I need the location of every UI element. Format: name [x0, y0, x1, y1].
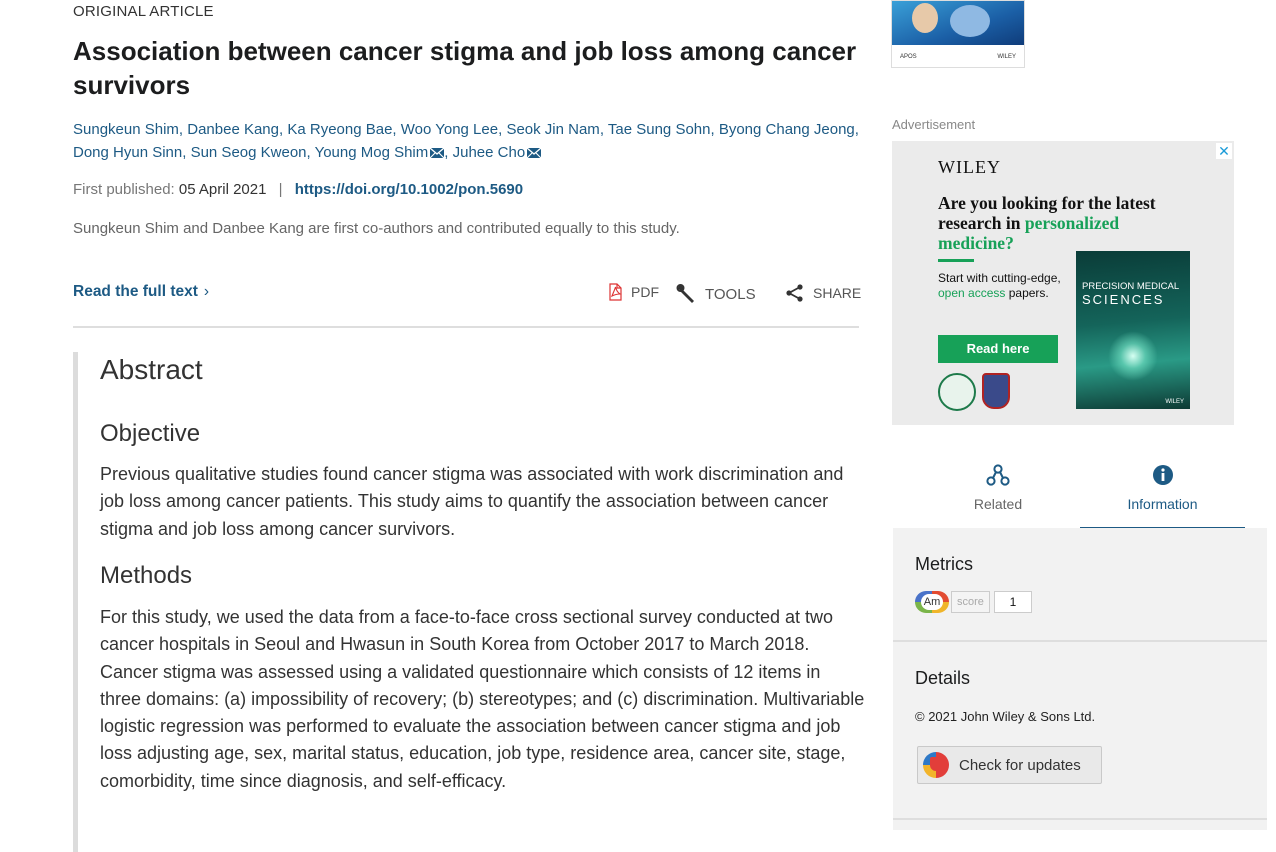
cover-publisher-logo: WILEY [997, 54, 1016, 60]
ad-headline: Are you looking for the latest research … [938, 193, 1156, 253]
advertisement-banner[interactable]: ✕ WILEY Are you looking for the latest r… [892, 141, 1234, 425]
methods-text: For this study, we used the data from a … [100, 607, 865, 791]
co-author-note: Sungkeun Shim and Danbee Kang are first … [73, 220, 680, 237]
author-link[interactable]: Seok Jin Nam [506, 121, 599, 138]
methods-heading: Methods [100, 562, 193, 589]
author-link[interactable]: Juhee Cho [453, 144, 526, 161]
author-link[interactable]: Dong Hyun Sinn [73, 144, 182, 161]
author-link[interactable]: Sungkeun Shim [73, 121, 179, 138]
related-icon [986, 464, 1010, 486]
article-title: Association between cancer stigma and jo… [73, 36, 857, 100]
crossmark-icon [923, 752, 949, 778]
altmetric-badge[interactable]: Am score 1 [915, 591, 1032, 613]
author-link[interactable]: Ka Ryeong Bae [287, 121, 392, 138]
hospital-seal-logo [938, 373, 976, 411]
tab-information[interactable]: Information [1080, 456, 1245, 531]
objective-heading: Objective [100, 420, 201, 447]
metrics-heading: Metrics [915, 554, 973, 574]
cover-society-logo: APOS [900, 54, 917, 60]
author-link[interactable]: Byong Chang Jeong [719, 121, 855, 138]
first-published-label: First published: [73, 181, 175, 198]
cover-image [892, 1, 1024, 45]
share-icon [786, 284, 803, 302]
read-here-button[interactable]: Read here [938, 335, 1058, 363]
ad-body-text: Start with cutting-edge, open access pap… [938, 271, 1061, 300]
share-button[interactable]: SHARE [785, 283, 861, 303]
ad-accent-rule [938, 259, 974, 262]
ad-journal-cover: PRECISION MEDICAL SCIENCES WILEY [1076, 251, 1190, 409]
information-panel: Metrics Am score 1 Details © 2021 John W… [893, 528, 1267, 830]
tools-button[interactable]: TOOLS [675, 283, 756, 305]
altmetric-score-value: 1 [993, 591, 1032, 613]
advertisement-label: Advertisement [892, 117, 976, 132]
altmetric-score-label: score [951, 591, 990, 613]
divider [893, 640, 1267, 642]
tab-related[interactable]: Related [913, 456, 1083, 528]
wrench-icon [676, 284, 694, 303]
article-type: ORIGINAL ARTICLE [73, 3, 214, 20]
close-icon[interactable]: ✕ [1216, 143, 1232, 159]
info-icon [1152, 465, 1173, 485]
journal-cover-thumbnail[interactable]: APOS WILEY [891, 0, 1025, 68]
university-shield-logo [982, 373, 1010, 409]
sidebar-tabs: Related Information [893, 456, 1267, 531]
author-link[interactable]: Woo Yong Lee [401, 121, 498, 138]
abstract-heading: Abstract [100, 354, 203, 385]
details-heading: Details [915, 668, 971, 688]
article-action-bar: Read the full text › PDF TOOLS SHARE [73, 280, 861, 328]
copyright-text: © 2021 John Wiley & Sons Ltd. [915, 709, 1096, 724]
read-full-text-link[interactable]: Read the full text › [73, 283, 209, 301]
mail-icon[interactable] [527, 148, 542, 158]
publication-info: First published: 05 April 2021 | https:/… [73, 181, 523, 198]
abstract-section: Abstract Objective Previous qualitative … [73, 352, 864, 852]
author-link[interactable]: Young Mog Shim [315, 144, 429, 161]
divider [893, 818, 1267, 820]
pdf-button[interactable]: PDF [607, 283, 659, 301]
ad-brand-logo: WILEY [938, 157, 1001, 177]
mail-icon[interactable] [430, 148, 445, 158]
doi-link[interactable]: https://doi.org/10.1002/pon.5690 [295, 181, 523, 198]
author-list: Sungkeun Shim, Danbee Kang, Ka Ryeong Ba… [73, 121, 859, 161]
altmetric-logo: Am [915, 591, 949, 613]
author-link[interactable]: Tae Sung Sohn [608, 121, 711, 138]
divider: | [278, 181, 283, 198]
chevron-right-icon: › [203, 283, 210, 300]
author-link[interactable]: Danbee Kang [187, 121, 279, 138]
first-published-date: 05 April 2021 [178, 181, 267, 198]
objective-text: Previous qualitative studies found cance… [100, 464, 844, 539]
author-link[interactable]: Sun Seog Kweon [191, 144, 307, 161]
pdf-icon [609, 283, 622, 301]
check-for-updates-button[interactable]: Check for updates [917, 746, 1102, 784]
